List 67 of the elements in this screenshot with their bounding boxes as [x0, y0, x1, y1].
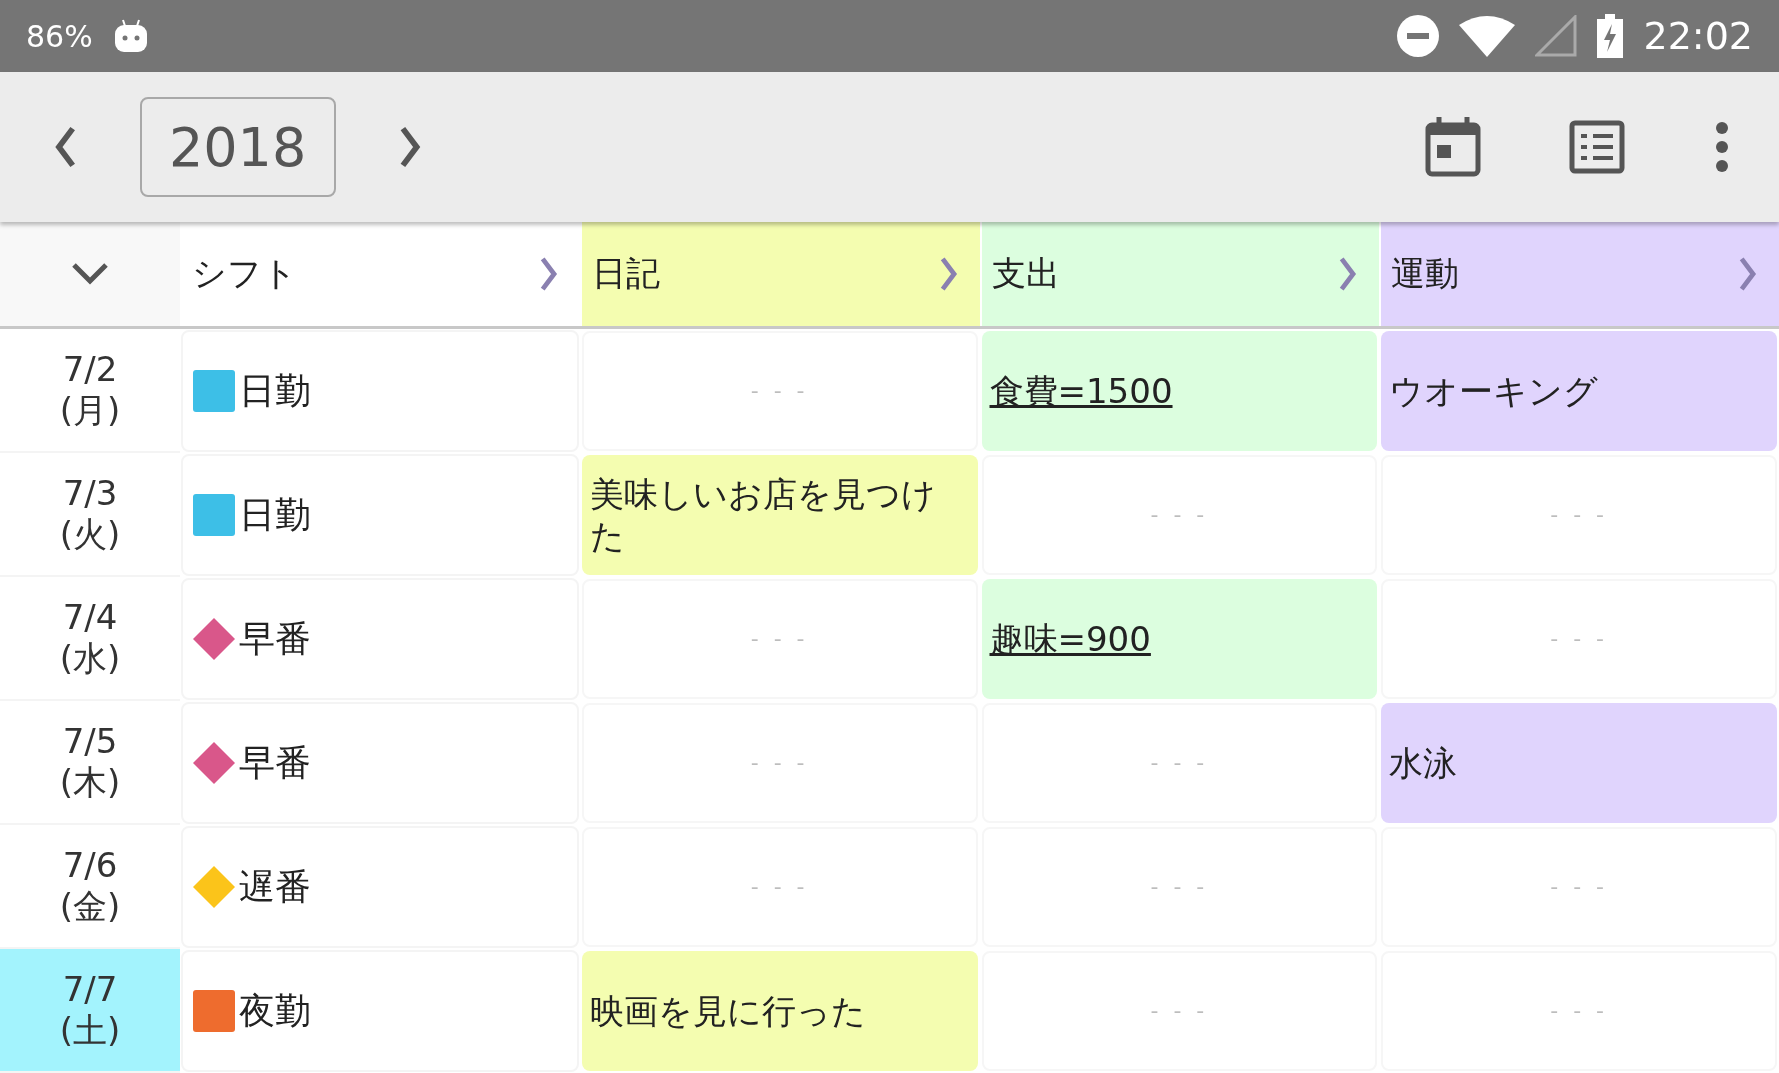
shift-label: 遅番	[239, 864, 311, 909]
shift-cell[interactable]: 日勤	[181, 330, 579, 452]
clock-time: 22:02	[1643, 14, 1753, 58]
calendar-icon	[1425, 117, 1481, 177]
wifi-icon	[1459, 15, 1516, 57]
date-cell[interactable]: 7/7 (土)	[0, 949, 180, 1073]
entry-cell[interactable]: 水泳	[1381, 703, 1777, 823]
date-text: 7/2	[62, 349, 118, 390]
date-text: 7/5	[62, 721, 118, 762]
empty-placeholder: - - -	[750, 749, 809, 777]
entry-cell[interactable]: 映画を見に行った	[581, 951, 978, 1071]
column-header[interactable]: 日記	[581, 222, 980, 326]
entry-text: 水泳	[1389, 741, 1458, 785]
list-icon	[1569, 120, 1625, 174]
shift-label: 日勤	[239, 492, 311, 537]
empty-placeholder: - - -	[1550, 501, 1609, 529]
column-header[interactable]: 支出	[981, 222, 1380, 326]
robot-icon	[112, 18, 149, 54]
date-text: 7/6	[62, 845, 118, 886]
shift-cell[interactable]: 早番	[181, 578, 579, 700]
year-button[interactable]: 2018	[139, 97, 336, 197]
empty-placeholder: - - -	[750, 377, 809, 405]
empty-placeholder: - - -	[750, 625, 809, 653]
shift-cell[interactable]: 夜勤	[181, 950, 579, 1072]
weekday-text: (火)	[59, 514, 121, 555]
battery-charging-icon	[1597, 14, 1624, 58]
empty-placeholder: - - -	[1150, 997, 1209, 1025]
empty-placeholder: - - -	[1550, 625, 1609, 653]
more-vertical-icon	[1715, 122, 1729, 172]
chevron-down-icon	[71, 262, 109, 286]
shift-label: 早番	[239, 740, 311, 785]
entry-cell[interactable]: ウオーキング	[1381, 331, 1777, 451]
more-menu-button[interactable]	[1715, 122, 1729, 172]
empty-placeholder: - - -	[1150, 749, 1209, 777]
date-text: 7/4	[62, 597, 118, 638]
date-text: 7/3	[62, 473, 118, 514]
column-header[interactable]: 運動	[1381, 222, 1779, 326]
expense-link[interactable]: 趣味=900	[989, 617, 1151, 661]
do-not-disturb-icon	[1397, 15, 1440, 57]
expense-link[interactable]: 食費=1500	[989, 369, 1173, 413]
entry-text: 美味しいお店を見つけた	[589, 472, 937, 558]
weekday-text: (水)	[59, 638, 121, 679]
shift-label: 夜勤	[239, 988, 311, 1033]
shift-cell[interactable]: 日勤	[181, 454, 579, 576]
empty-placeholder: - - -	[1550, 997, 1609, 1025]
empty-placeholder: - - -	[1550, 873, 1609, 901]
signal-icon	[1535, 15, 1578, 57]
shift-label: 早番	[239, 616, 311, 661]
empty-placeholder: - - -	[1150, 873, 1209, 901]
entry-cell[interactable]: 美味しいお店を見つけた	[581, 455, 978, 575]
list-view-button[interactable]	[1569, 120, 1625, 174]
entry-text: 映画を見に行った	[589, 989, 866, 1033]
empty-placeholder: - - -	[1150, 501, 1209, 529]
date-text: 7/7	[62, 969, 118, 1010]
calendar-button[interactable]	[1425, 117, 1481, 177]
weekday-text: (金)	[59, 886, 121, 927]
entry-text: ウオーキング	[1389, 369, 1599, 413]
entry-cell[interactable]: 趣味=900	[981, 579, 1378, 699]
empty-placeholder: - - -	[750, 873, 809, 901]
battery-percent: 86%	[26, 18, 93, 54]
weekday-text: (木)	[59, 762, 121, 803]
entry-cell[interactable]: 食費=1500	[981, 331, 1378, 451]
shift-cell[interactable]: 遅番	[181, 826, 579, 948]
weekday-text: (土)	[59, 1010, 121, 1051]
shift-label: 日勤	[239, 368, 311, 413]
shift-cell[interactable]: 早番	[181, 702, 579, 824]
weekday-text: (月)	[59, 390, 121, 431]
